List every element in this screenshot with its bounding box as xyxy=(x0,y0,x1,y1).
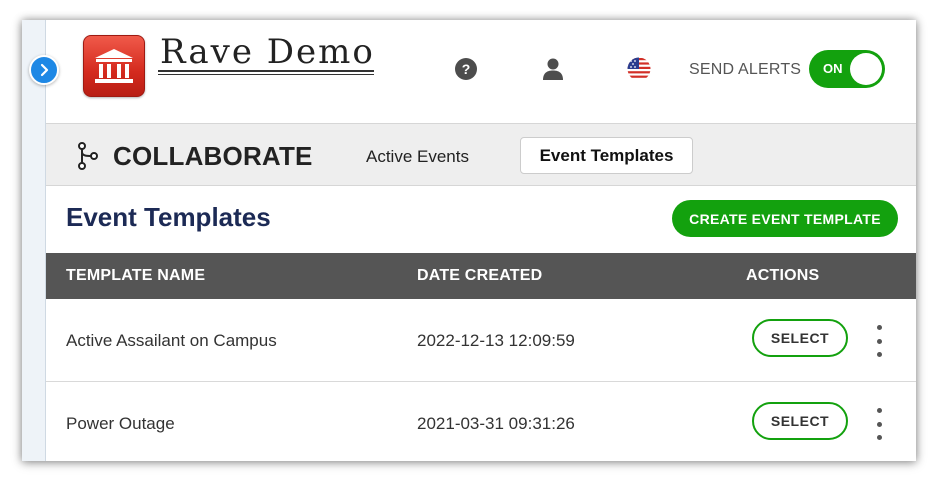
column-header-actions: ACTIONS xyxy=(746,267,820,284)
app-header: Rave Demo ? SEND ALERTS ON xyxy=(46,20,916,123)
table-header: TEMPLATE NAME DATE CREATED ACTIONS xyxy=(46,253,916,299)
page-title: Event Templates xyxy=(66,202,271,232)
table-row: Power Outage 2021-03-31 09:31:26 SELECT xyxy=(46,382,916,461)
screenshot-stage: Rave Demo ? SEND ALERTS ON COLLABORATE A… xyxy=(0,0,938,481)
date-created-cell: 2021-03-31 09:31:26 xyxy=(417,414,575,433)
more-dot xyxy=(876,421,882,427)
tab-active-events[interactable]: Active Events xyxy=(366,147,469,167)
table-row: Active Assailant on Campus 2022-12-13 12… xyxy=(46,299,916,382)
column-header-date-created: DATE CREATED xyxy=(417,267,543,284)
logo-underline-thin xyxy=(158,74,374,75)
collaborate-title: COLLABORATE xyxy=(113,141,313,171)
logo-underline xyxy=(158,70,374,72)
toggle-state-label: ON xyxy=(823,61,843,76)
branch-icon xyxy=(77,142,99,170)
svg-text:?: ? xyxy=(462,61,471,77)
user-icon[interactable] xyxy=(541,57,565,81)
left-rail xyxy=(22,20,46,461)
template-name-cell: Active Assailant on Campus xyxy=(66,331,277,350)
tab-event-templates[interactable]: Event Templates xyxy=(520,137,693,174)
us-flag-icon[interactable] xyxy=(627,57,651,81)
logo-text: Rave Demo xyxy=(160,32,375,72)
more-dot xyxy=(876,408,882,413)
date-created-cell: 2022-12-13 12:09:59 xyxy=(417,331,575,350)
more-dot xyxy=(876,325,882,330)
collaborate-bar: COLLABORATE Active Events Event Template… xyxy=(46,123,916,186)
more-dot xyxy=(876,338,882,344)
main-area: Rave Demo ? SEND ALERTS ON COLLABORATE A… xyxy=(46,20,916,461)
column-header-template-name: TEMPLATE NAME xyxy=(66,267,206,284)
chevron-right-icon[interactable] xyxy=(29,55,59,85)
building-columns-icon xyxy=(83,35,145,97)
select-button[interactable]: SELECT xyxy=(752,402,848,440)
app-window: Rave Demo ? SEND ALERTS ON COLLABORATE A… xyxy=(22,20,916,461)
more-vertical-icon[interactable] xyxy=(872,325,886,357)
more-dot xyxy=(876,435,882,440)
toggle-knob xyxy=(850,53,882,85)
send-alerts-label: SEND ALERTS xyxy=(689,61,802,78)
create-event-template-button[interactable]: CREATE EVENT TEMPLATE xyxy=(672,200,898,237)
more-vertical-icon[interactable] xyxy=(872,408,886,440)
select-button[interactable]: SELECT xyxy=(752,319,848,357)
templates-table: TEMPLATE NAME DATE CREATED ACTIONS Activ… xyxy=(46,253,916,461)
question-circle-icon[interactable]: ? xyxy=(454,57,478,81)
send-alerts-toggle[interactable]: ON xyxy=(809,50,885,88)
template-name-cell: Power Outage xyxy=(66,414,175,433)
more-dot xyxy=(876,352,882,357)
